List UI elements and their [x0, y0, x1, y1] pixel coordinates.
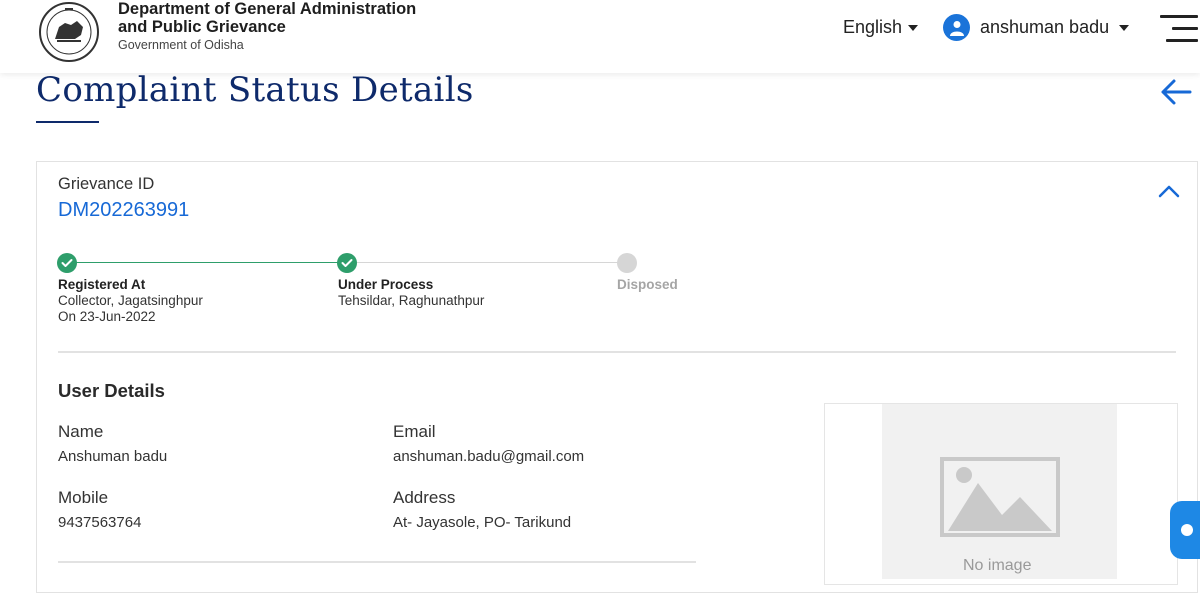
email-value: anshuman.badu@gmail.com: [393, 448, 585, 465]
mobile-label: Mobile: [58, 488, 109, 507]
user-details-divider: [58, 561, 696, 563]
step-disposed-pending-dot: [617, 253, 637, 273]
floating-help-button[interactable]: [1170, 501, 1200, 559]
user-photo-placeholder: [882, 404, 1117, 579]
step-under-process-title: Under Process: [338, 277, 434, 292]
email-label: Email: [393, 422, 436, 441]
address-value: At- Jayasole, PO- Tarikund: [393, 514, 572, 531]
no-image-text: No image: [963, 557, 1032, 574]
section-divider: [58, 351, 1176, 353]
department-title: Department of General Administration and…: [118, 0, 417, 36]
help-icon: [1181, 524, 1193, 536]
name-value: Anshuman badu: [58, 448, 168, 465]
chevron-up-icon[interactable]: [1157, 182, 1181, 200]
user-name: anshuman badu: [980, 17, 1110, 37]
step-under-process-office: Tehsildar, Raghunathpur: [338, 293, 485, 308]
user-icon: [943, 14, 970, 41]
mobile-value: 9437563764: [58, 514, 142, 531]
language-label: English: [843, 17, 903, 37]
chevron-down-icon: [908, 24, 919, 31]
chevron-down-icon: [1119, 24, 1130, 31]
step-registered-title: Registered At: [58, 277, 146, 292]
back-arrow-icon[interactable]: [1160, 78, 1192, 106]
top-header: Department of General Administration and…: [0, 0, 1200, 73]
address-label: Address: [393, 488, 456, 507]
title-underline: [36, 121, 99, 123]
progress-line-done: [67, 262, 347, 263]
hamburger-menu-icon[interactable]: [1160, 15, 1198, 43]
language-dropdown[interactable]: English: [843, 17, 919, 38]
step-registered-office: Collector, Jagatsinghpur: [58, 293, 203, 308]
grievance-id-value: DM202263991: [58, 199, 190, 221]
step-disposed-title: Disposed: [617, 277, 678, 292]
name-label: Name: [58, 422, 104, 441]
step-registered-date: On 23-Jun-2022: [58, 309, 156, 324]
page-title: Complaint Status Details: [36, 70, 474, 110]
grievance-id-label: Grievance ID: [58, 175, 155, 193]
progress-line-pending: [347, 262, 627, 263]
user-details-heading: User Details: [58, 380, 165, 401]
no-image-icon: [940, 457, 1060, 537]
odisha-emblem-logo: [39, 2, 99, 62]
step-registered-check-icon: [57, 253, 77, 273]
user-menu[interactable]: anshuman badu: [943, 14, 1130, 41]
step-under-process-check-icon: [337, 253, 357, 273]
department-subtitle: Government of Odisha: [118, 38, 244, 52]
